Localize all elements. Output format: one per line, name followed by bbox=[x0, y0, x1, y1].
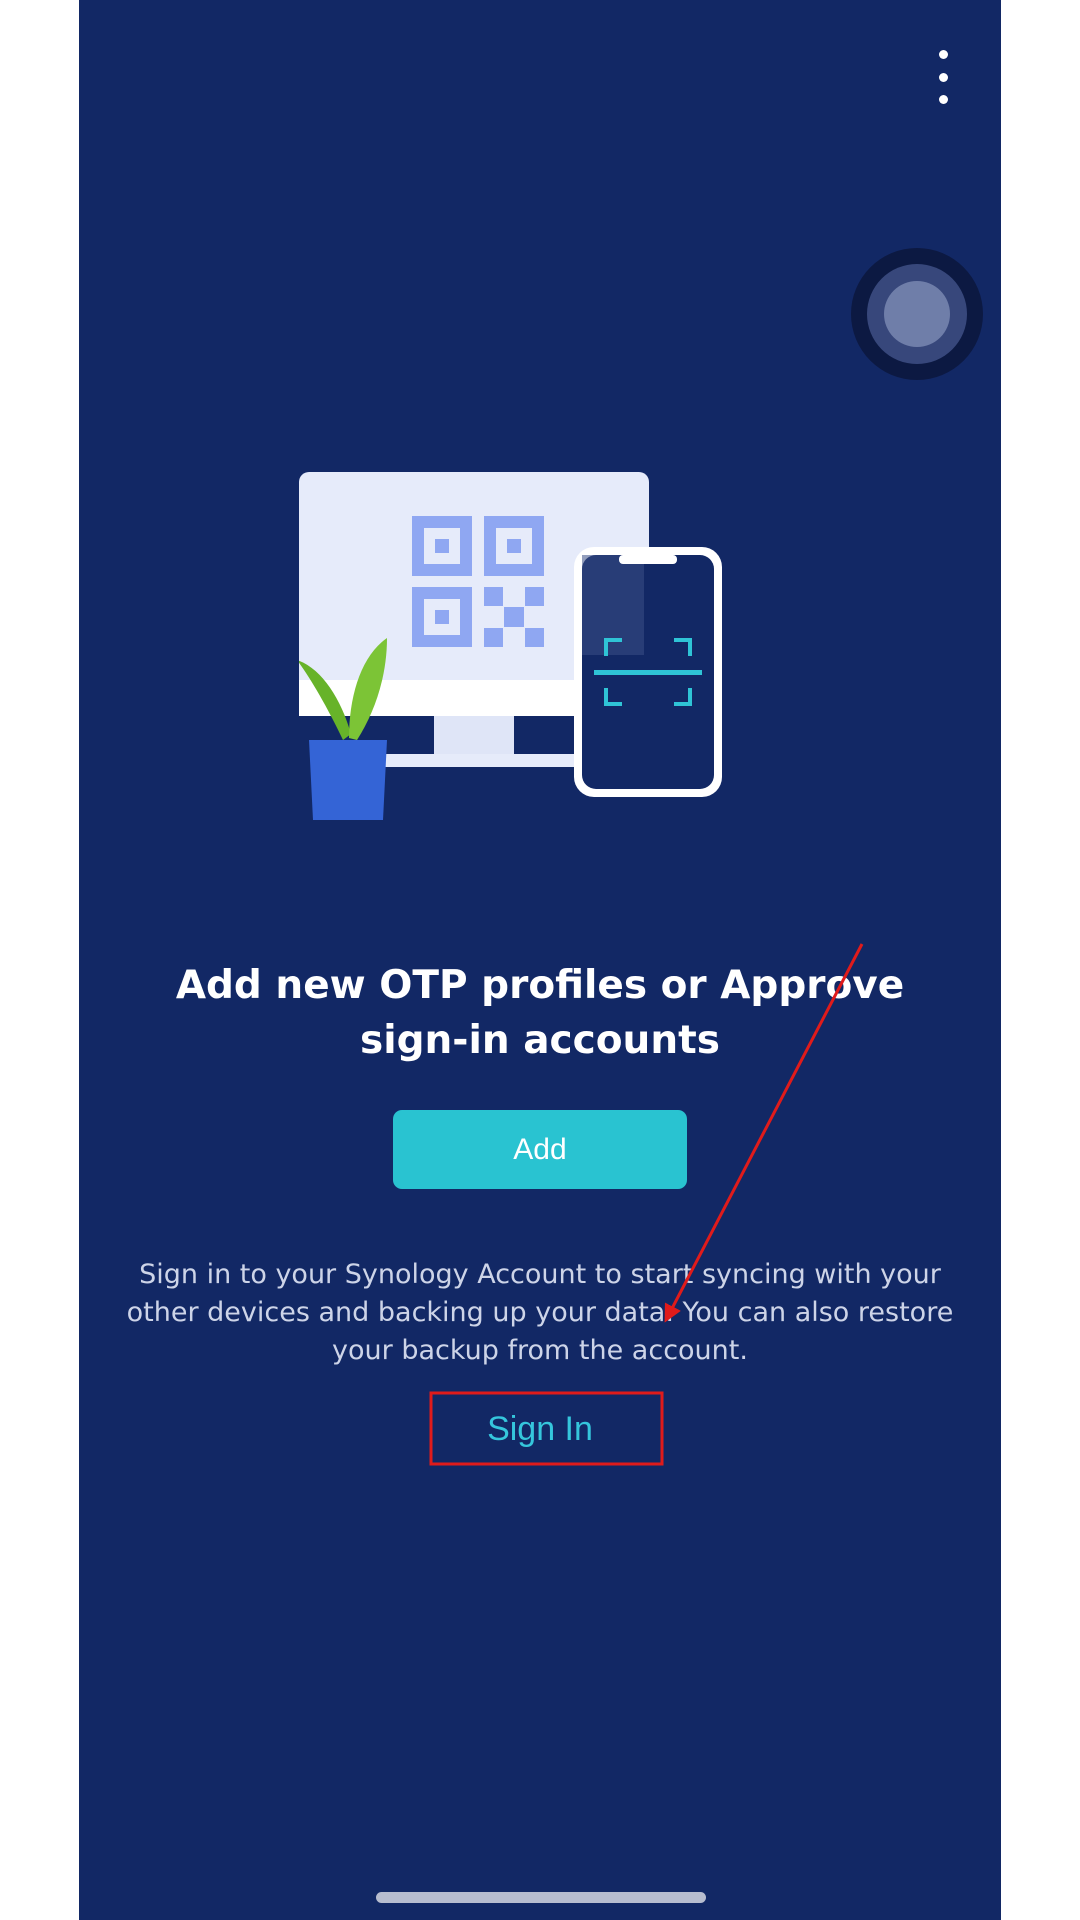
assistive-touch-icon[interactable] bbox=[851, 248, 983, 380]
add-button[interactable]: Add bbox=[393, 1110, 687, 1189]
more-options-button[interactable] bbox=[923, 50, 963, 104]
home-indicator[interactable] bbox=[376, 1892, 706, 1903]
assistive-touch-ring bbox=[867, 264, 967, 364]
more-vertical-icon-dot bbox=[938, 95, 948, 104]
page-title: Add new OTP profiles or Approve sign-in … bbox=[175, 963, 905, 1063]
assistive-touch-core bbox=[884, 281, 950, 347]
phone-scan-icon bbox=[574, 547, 722, 797]
otp-illustration bbox=[299, 472, 722, 820]
sign-in-description: Sign in to your Synology Account to star… bbox=[126, 1259, 954, 1366]
app-screen: Add new OTP profiles or Approve sign-in … bbox=[79, 0, 1001, 1920]
sign-in-link[interactable]: Sign In bbox=[429, 1394, 651, 1464]
more-vertical-icon bbox=[938, 50, 948, 59]
more-vertical-icon-dot bbox=[938, 72, 948, 82]
